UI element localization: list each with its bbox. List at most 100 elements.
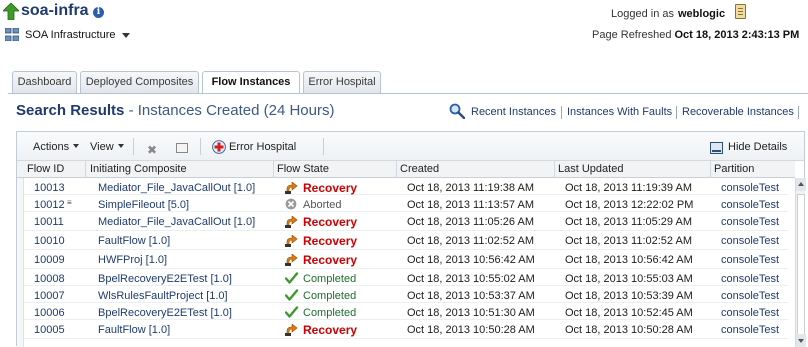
- tab-deployed-composites[interactable]: Deployed Composites: [80, 71, 199, 93]
- detach-icon[interactable]: [176, 143, 188, 153]
- column-divider: [85, 161, 86, 178]
- flow-state-label: Recovery: [303, 215, 358, 229]
- row-header-strip: [17, 178, 24, 347]
- flow-id-link[interactable]: 10009: [34, 254, 74, 266]
- info-icon[interactable]: i: [93, 7, 104, 18]
- up-arrow-icon[interactable]: [3, 3, 19, 20]
- column-divider: [554, 161, 555, 178]
- composite-link[interactable]: Mediator_File_JavaCallOut [1.0]: [98, 182, 278, 194]
- updated-time: Oct 18, 2013 11:02:52 AM: [565, 235, 692, 247]
- composite-link[interactable]: BpelRecoveryE2ETest [1.0]: [98, 307, 278, 319]
- flow-state-label: Recovery: [303, 181, 358, 195]
- toolbar-divider: [200, 138, 201, 155]
- table-row[interactable]: 10006 BpelRecoveryE2ETest [1.0] Completed O…: [24, 303, 788, 320]
- composite-link[interactable]: HWFProj [1.0]: [98, 254, 278, 266]
- flow-state: Recovery: [285, 181, 357, 195]
- soa-target-icon: [5, 28, 19, 41]
- actions-menu[interactable]: Actions: [33, 141, 80, 153]
- flow-state: Completed: [285, 272, 356, 285]
- column-flow-id[interactable]: Flow ID: [27, 163, 64, 175]
- check-icon: [285, 272, 299, 284]
- recovery-icon: [285, 182, 298, 194]
- column-initiating-composite[interactable]: Initiating Composite: [90, 163, 187, 175]
- flow-state: Aborted: [285, 198, 342, 211]
- flow-id-link[interactable]: 10008: [34, 273, 74, 285]
- partition-link[interactable]: consoleTest: [721, 182, 788, 194]
- table-row[interactable]: 10005 FaultFlow [1.0] Recovery Oct 18, 2013…: [24, 320, 788, 339]
- partition-link[interactable]: consoleTest: [721, 307, 788, 319]
- tab-flow-instances[interactable]: Flow Instances: [202, 71, 300, 94]
- flow-id-link[interactable]: 10006: [34, 307, 74, 319]
- flow-id-link[interactable]: 10010: [34, 235, 74, 247]
- column-last-updated[interactable]: Last Updated: [558, 163, 623, 175]
- updated-time: Oct 18, 2013 12:22:02 PM: [565, 199, 694, 211]
- column-created[interactable]: Created: [400, 163, 439, 175]
- user-name[interactable]: weblogic: [678, 8, 725, 20]
- instances-with-faults-link[interactable]: Instances With Faults: [567, 106, 672, 118]
- composite-link[interactable]: BpelRecoveryE2ETest [1.0]: [98, 273, 278, 285]
- link-divider: [798, 106, 799, 119]
- table-row[interactable]: 10010 FaultFlow [1.0] Recovery Oct 18, 2013…: [24, 231, 788, 250]
- flow-state-label: Completed: [303, 290, 357, 302]
- flow-id-link[interactable]: 10007: [34, 290, 74, 302]
- error-hospital-icon[interactable]: [212, 140, 226, 154]
- vertical-scrollbar[interactable]: [795, 178, 806, 347]
- table-row[interactable]: 10012 ≡ SimpleFileout [5.0] Aborted Oct 18, …: [24, 195, 788, 212]
- partition-link[interactable]: consoleTest: [721, 273, 788, 285]
- composite-link[interactable]: Mediator_File_JavaCallOut [1.0]: [98, 216, 278, 228]
- updated-time: Oct 18, 2013 10:55:03 AM: [565, 273, 693, 285]
- toolbar-divider: [133, 138, 134, 155]
- chevron-down-icon[interactable]: [122, 33, 130, 38]
- table-row[interactable]: 10007 WlsRulesFaultProject [1.0] Completed…: [24, 286, 788, 303]
- table-toolbar: Actions View ✖ Error Hospital Hide Detai…: [17, 132, 804, 161]
- table-row[interactable]: 10009 HWFProj [1.0] Recovery Oct 18, 2013 1…: [24, 250, 788, 269]
- partition-link[interactable]: consoleTest: [721, 290, 788, 302]
- updated-time: Oct 18, 2013 10:50:28 AM: [565, 324, 693, 336]
- scroll-thumb[interactable]: [797, 194, 805, 344]
- created-time: Oct 18, 2013 10:53:37 AM: [407, 290, 535, 302]
- table-row[interactable]: 10011 Mediator_File_JavaCallOut [1.0] Reco…: [24, 212, 788, 231]
- column-divider: [710, 161, 711, 178]
- tab-error-hospital[interactable]: Error Hospital: [303, 71, 381, 93]
- table-row[interactable]: 10013 Mediator_File_JavaCallOut [1.0] Reco…: [24, 178, 788, 195]
- refresh-time: Oct 18, 2013 2:43:13 PM: [674, 29, 800, 41]
- error-hospital-button[interactable]: Error Hospital: [229, 141, 296, 153]
- tab-dashboard[interactable]: Dashboard: [12, 71, 77, 93]
- created-time: Oct 18, 2013 10:51:30 AM: [407, 307, 535, 319]
- partition-link[interactable]: consoleTest: [721, 324, 788, 336]
- created-time: Oct 18, 2013 10:50:28 AM: [407, 324, 535, 336]
- composite-link[interactable]: FaultFlow [1.0]: [98, 324, 278, 336]
- column-divider: [396, 161, 397, 178]
- recovery-icon: [285, 216, 298, 228]
- recovery-icon: [285, 324, 298, 336]
- column-flow-state[interactable]: Flow State: [277, 163, 329, 175]
- scroll-down-icon[interactable]: [796, 334, 806, 347]
- partition-link[interactable]: consoleTest: [721, 216, 788, 228]
- scroll-up-icon[interactable]: [796, 178, 806, 191]
- flow-id-link[interactable]: 10013: [34, 182, 74, 194]
- delete-icon[interactable]: ✖: [147, 143, 157, 157]
- flow-state-label: Completed: [303, 273, 357, 285]
- chevron-down-icon: [117, 144, 124, 148]
- column-partition[interactable]: Partition: [714, 163, 754, 175]
- table-row[interactable]: 10008 BpelRecoveryE2ETest [1.0] Completed O…: [24, 269, 788, 286]
- recoverable-instances-link[interactable]: Recoverable Instances: [682, 106, 794, 118]
- composite-link[interactable]: WlsRulesFaultProject [1.0]: [98, 290, 278, 302]
- recent-instances-link[interactable]: Recent Instances: [471, 106, 556, 118]
- partition-link[interactable]: consoleTest: [721, 254, 788, 266]
- composite-link[interactable]: FaultFlow [1.0]: [98, 235, 278, 247]
- composite-link[interactable]: SimpleFileout [5.0]: [98, 199, 278, 211]
- row-header-corner: [17, 161, 24, 178]
- flow-id-link[interactable]: 10005: [34, 324, 74, 336]
- flow-state-label: Recovery: [303, 234, 358, 248]
- hide-details-icon[interactable]: [710, 142, 723, 154]
- target-menu[interactable]: SOA Infrastructure: [25, 29, 115, 41]
- view-menu[interactable]: View: [90, 141, 124, 153]
- created-time: Oct 18, 2013 11:19:38 AM: [407, 182, 534, 194]
- flow-id-link[interactable]: 10011: [34, 216, 74, 228]
- partition-link[interactable]: consoleTest: [721, 199, 788, 211]
- hide-details-button[interactable]: Hide Details: [728, 141, 787, 153]
- partition-link[interactable]: consoleTest: [721, 235, 788, 247]
- user-badge-icon[interactable]: [735, 4, 746, 19]
- updated-time: Oct 18, 2013 11:19:39 AM: [565, 182, 692, 194]
